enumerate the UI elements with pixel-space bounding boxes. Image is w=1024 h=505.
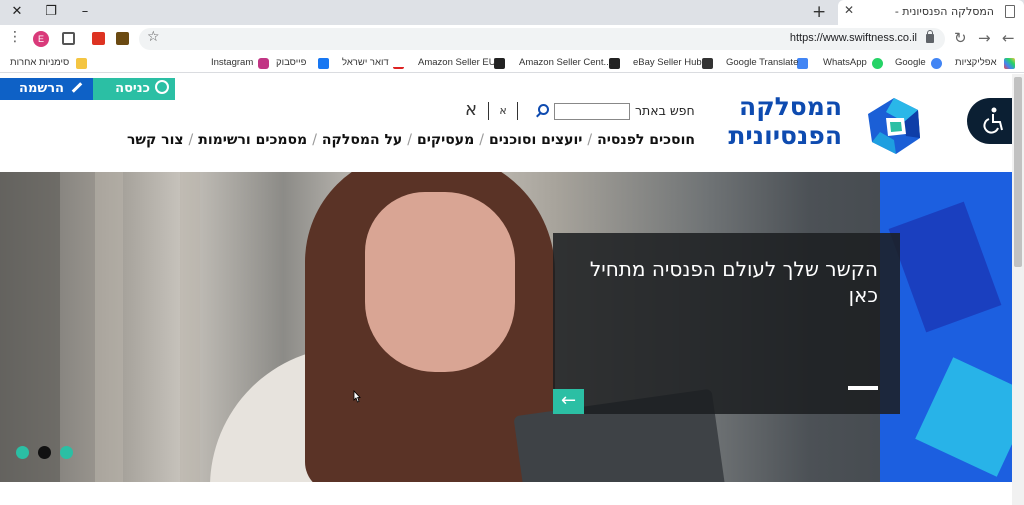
extension-brown-icon[interactable] [116,32,129,45]
logo-line-2: הפנסיונית [728,121,842,150]
site-logo[interactable]: המסלקה הפנסיונית [720,92,926,158]
translate-icon [797,58,808,69]
tab-title: המסלקה הפנסיונית - [894,5,994,18]
folder-icon [76,58,87,69]
bookmark-star-icon[interactable]: ☆ [147,29,160,45]
hero-slider[interactable]: הקשר שלך לעולם הפנסיה מתחיל כאן ← [0,172,1012,482]
bookmark-apps[interactable]: אפליקציות [955,56,997,70]
nav-item-savers[interactable]: חוסכים לפנסיה [597,132,695,148]
search-label: חפש באתר [635,103,695,118]
search-icon[interactable] [538,104,549,115]
israel-post-icon [393,58,404,69]
page-favicon-icon [1005,5,1015,18]
font-size-large-button[interactable]: א [458,99,484,121]
url-text: https://www.swiftness.co.il [789,32,917,44]
bookmarks-bar: סימניות אחרות Instagram פייסבוק דואר ישר… [0,53,1024,73]
window-close-button[interactable]: ✕ [0,0,34,25]
browser-menu-icon[interactable]: ⋮ [8,30,22,44]
lock-icon[interactable] [926,30,934,43]
bookmark-amazon-eu[interactable]: Amazon Seller EU [418,56,496,70]
background-pillar [180,172,200,482]
bookmark-facebook[interactable]: פייסבוק [276,56,306,70]
bookmark-whatsapp[interactable]: WhatsApp [823,56,867,70]
mouse-cursor-icon [353,390,361,403]
new-tab-button[interactable]: + [812,2,826,22]
nav-separator: / [587,132,593,148]
slider-dot-1[interactable] [16,446,29,459]
forward-icon[interactable]: → [978,29,991,47]
nav-separator: / [188,132,194,148]
tab-close-icon[interactable]: ✕ [844,3,854,17]
profile-avatar[interactable]: E [33,31,49,47]
accessibility-button[interactable] [967,98,1012,144]
bookmark-instagram[interactable]: Instagram [211,56,253,70]
nav-item-contact[interactable]: צור קשר [127,132,184,148]
browser-titlebar: ✕ ❐ – + ✕ המסלקה הפנסיונית - [0,0,1024,25]
wheelchair-icon [983,107,1003,134]
nav-separator: / [312,132,317,148]
google-icon [931,58,942,69]
hero-caption-box: הקשר שלך לעולם הפנסיה מתחיל כאן [553,233,900,414]
person-circle-icon [155,80,169,94]
window-restore-button[interactable]: ❐ [34,0,68,25]
nav-item-documents[interactable]: מסמכים ורשימות [198,132,307,148]
window-minimize-button[interactable]: – [68,0,102,25]
hero-photo-face [365,192,515,372]
nav-item-about[interactable]: על המסלקה [322,132,402,148]
logo-wordmark: המסלקה הפנסיונית [728,92,842,150]
cast-icon[interactable] [62,32,75,45]
hero-caption: הקשר שלך לעולם הפנסיה מתחיל כאן [589,257,878,307]
register-button[interactable]: הרשמה [0,78,93,100]
bookmark-other[interactable]: סימניות אחרות [10,56,69,70]
bookmark-amazon-central[interactable]: Amazon Seller Cent... [519,56,611,70]
bookmark-israel-post[interactable]: דואר ישראל [342,56,389,70]
whatsapp-icon [872,58,883,69]
nav-item-advisors[interactable]: יועצים וסוכנים [489,132,582,148]
main-navigation: חוסכים לפנסיה/יועצים וסוכנים/מעסיקים/על … [105,132,695,152]
ebay-icon [702,58,713,69]
web-page: הרשמה כניסה המסלקה הפנסיונית חפש באתר א … [0,74,1012,505]
slider-dot-3[interactable] [60,446,73,459]
slider-prev-button[interactable]: ← [553,389,584,414]
browser-tab[interactable]: ✕ המסלקה הפנסיונית - [838,0,1024,25]
background-pillar [95,172,123,482]
nav-item-employers[interactable]: מעסיקים [417,132,474,148]
font-size-small-button[interactable]: א [488,102,518,120]
apps-grid-icon [1004,58,1015,69]
page-scrollbar[interactable] [1012,74,1024,505]
nav-separator: / [479,132,484,148]
hero-shadow [0,172,60,482]
bookmark-google[interactable]: Google [895,56,926,70]
reload-icon[interactable]: ↻ [954,29,967,47]
instagram-icon [258,58,269,69]
bookmark-google-translate[interactable]: Google Translate [726,56,798,70]
register-label: הרשמה [19,81,64,96]
pencil-icon [71,82,83,93]
back-icon[interactable]: ← [1002,29,1015,47]
login-label: כניסה [115,81,150,96]
address-bar[interactable]: ☆ https://www.swiftness.co.il [139,28,945,50]
browser-toolbar: ⋮ E ☆ https://www.swiftness.co.il ↻ → ← [0,25,1024,53]
logo-mark-icon [868,98,920,154]
extension-red-icon[interactable] [92,32,105,45]
caption-dash [848,386,878,390]
facebook-icon [318,58,329,69]
bookmark-ebay[interactable]: eBay Seller Hub [633,56,702,70]
logo-line-1: המסלקה [739,92,842,121]
login-button[interactable]: כניסה [93,78,175,100]
site-search-input[interactable] [554,103,630,120]
scrollbar-thumb[interactable] [1014,77,1022,267]
slider-dot-2[interactable] [38,446,51,459]
nav-separator: / [407,132,412,148]
